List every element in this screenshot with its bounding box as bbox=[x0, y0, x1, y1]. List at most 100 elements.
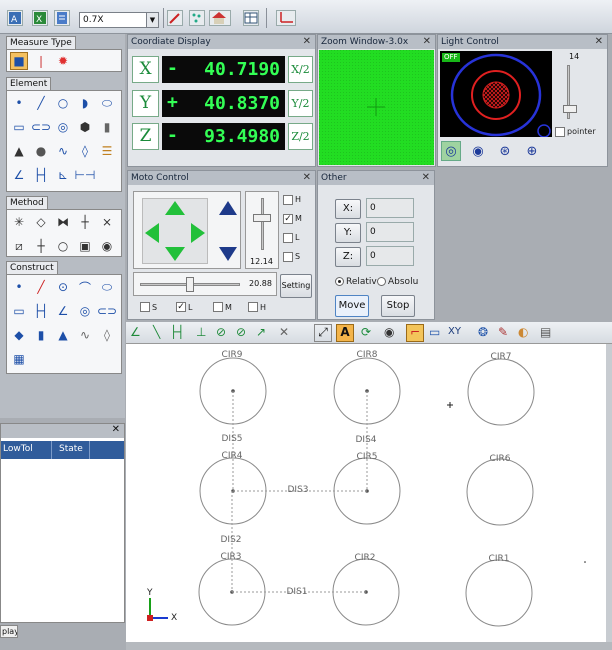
circle-cir2[interactable]: CIR2 bbox=[332, 553, 400, 626]
cylinder-icon[interactable]: ▮ bbox=[98, 118, 116, 136]
speed-check-l[interactable] bbox=[283, 233, 293, 243]
chevron-down-icon[interactable]: ▼ bbox=[146, 13, 158, 27]
target-method-icon[interactable]: ◉ bbox=[98, 237, 116, 255]
z-up-icon[interactable] bbox=[218, 200, 238, 216]
table-icon[interactable] bbox=[243, 10, 259, 26]
text-label-icon[interactable]: A bbox=[336, 324, 354, 342]
stop-button[interactable]: Stop bbox=[381, 295, 415, 317]
construct-circle-icon[interactable]: ⊙ bbox=[54, 278, 72, 296]
construct-shape-icon[interactable]: ◊ bbox=[98, 326, 116, 344]
delete-icon[interactable]: ▭ bbox=[429, 325, 440, 339]
light-status-badge[interactable]: OFF bbox=[442, 53, 460, 62]
sphere-icon[interactable]: ● bbox=[32, 142, 50, 160]
column-lowtol[interactable]: LowTol bbox=[3, 444, 33, 454]
surface-light-icon[interactable]: ⊕ bbox=[522, 141, 542, 161]
crosshair-method-icon[interactable]: ✳ bbox=[10, 213, 28, 231]
construct-arc-icon[interactable]: ⌒ bbox=[76, 278, 94, 296]
absolute-radio[interactable] bbox=[377, 277, 386, 286]
x-target-field[interactable]: 0 bbox=[366, 198, 414, 218]
calculator-icon[interactable]: ▦ bbox=[10, 350, 28, 368]
light-ring-view[interactable]: OFF bbox=[440, 51, 552, 138]
jog-down-icon[interactable] bbox=[164, 246, 186, 262]
axis-z-button[interactable]: Z bbox=[132, 123, 159, 150]
close-icon[interactable]: ✕ bbox=[303, 35, 311, 49]
jog-up-icon[interactable] bbox=[164, 200, 186, 216]
construct-rect-icon[interactable]: ▭ bbox=[10, 302, 28, 320]
construct-plane-icon[interactable]: ◆ bbox=[10, 326, 28, 344]
close-icon[interactable]: ✕ bbox=[595, 35, 603, 49]
jog-right-icon[interactable] bbox=[190, 222, 206, 244]
bottom-check-m[interactable] bbox=[213, 302, 223, 312]
distance-dis2[interactable]: DIS2 bbox=[220, 491, 242, 592]
pointer-checkbox[interactable] bbox=[555, 127, 565, 137]
bottom-check-h[interactable] bbox=[248, 302, 258, 312]
jog-left-icon[interactable] bbox=[144, 222, 160, 244]
dim-slope-icon[interactable]: ╲ bbox=[153, 325, 160, 339]
axis-y-button[interactable]: Y bbox=[132, 90, 159, 117]
close-icon[interactable]: ✕ bbox=[422, 171, 430, 185]
circle-cir7[interactable]: CIR7 bbox=[467, 352, 535, 426]
line-icon[interactable]: ╱ bbox=[32, 94, 50, 112]
speed-check-m[interactable]: ✓ bbox=[283, 214, 293, 224]
construct-ring-icon[interactable]: ◎ bbox=[76, 302, 94, 320]
report-icon[interactable] bbox=[54, 10, 70, 26]
rotate-view-icon[interactable]: ⟳ bbox=[361, 325, 371, 339]
axis-y-half-button[interactable]: Y/2 bbox=[288, 90, 313, 117]
column-state[interactable]: State bbox=[59, 444, 83, 454]
dim-cross-icon[interactable]: ✕ bbox=[279, 325, 289, 339]
close-icon[interactable]: ✕ bbox=[423, 35, 431, 49]
printer-icon[interactable]: ▤ bbox=[540, 325, 551, 339]
ellipse-icon[interactable]: ⬭ bbox=[98, 94, 116, 112]
dim-horizontal-icon[interactable]: ├┤ bbox=[170, 325, 184, 339]
intersect-method-icon[interactable]: ┼ bbox=[76, 213, 94, 231]
bottom-check-l[interactable]: ✓ bbox=[176, 302, 186, 312]
excel-export-icon[interactable]: X bbox=[32, 10, 48, 26]
segment-light-icon[interactable]: ⊛ bbox=[495, 141, 515, 161]
construct-distance-icon[interactable]: ├┤ bbox=[32, 302, 50, 320]
probe-icon[interactable]: ❘ bbox=[32, 52, 50, 70]
axis-x-half-button[interactable]: X/2 bbox=[288, 56, 313, 83]
speed-check-s[interactable] bbox=[283, 252, 293, 262]
circle-cir1[interactable]: CIR1 bbox=[465, 554, 533, 627]
x-goto-button[interactable]: X: bbox=[335, 199, 361, 219]
construct-cylinder-icon[interactable]: ▮ bbox=[32, 326, 50, 344]
construct-ellipse-icon[interactable]: ⬭ bbox=[98, 278, 116, 296]
angle-icon[interactable]: ∠ bbox=[10, 166, 28, 184]
axis-x-button[interactable]: X bbox=[132, 56, 159, 83]
eye-view-icon[interactable]: ◉ bbox=[384, 325, 394, 339]
drawing-canvas[interactable]: CIR9 CIR8 CIR7 CIR4 CIR5 CIR6 CIR3 CIR2 … bbox=[126, 344, 606, 642]
ring-light-icon[interactable]: ◎ bbox=[441, 141, 461, 161]
z-target-field[interactable]: 0 bbox=[366, 246, 414, 266]
circle-select-icon[interactable]: ○ bbox=[54, 237, 72, 255]
setting-button[interactable]: Setting bbox=[280, 274, 312, 298]
light-level-slider[interactable] bbox=[563, 65, 577, 119]
z-speed-slider-thumb[interactable] bbox=[253, 214, 271, 222]
arc-icon[interactable]: ◗ bbox=[76, 94, 94, 112]
construct-cone-icon[interactable]: ▲ bbox=[54, 326, 72, 344]
zoom-fit-icon[interactable]: ⤢ bbox=[314, 324, 332, 342]
free-shape-icon[interactable]: ◊ bbox=[76, 142, 94, 160]
close-icon[interactable]: ✕ bbox=[112, 424, 120, 435]
xy-speed-slider-thumb[interactable] bbox=[186, 277, 194, 292]
distance-icon[interactable]: ├┤ bbox=[32, 166, 50, 184]
distance-dis5[interactable]: DIS5 bbox=[221, 391, 243, 491]
cone-icon[interactable]: ▲ bbox=[10, 142, 28, 160]
image-method-icon[interactable]: ▣ bbox=[76, 237, 94, 255]
diamond-method-icon[interactable]: ◇ bbox=[32, 213, 50, 231]
construct-line-icon[interactable]: ╱ bbox=[32, 278, 50, 296]
move-button[interactable]: Move bbox=[335, 295, 369, 317]
curve-icon[interactable]: ∿ bbox=[54, 142, 72, 160]
rectangle-icon[interactable]: ▭ bbox=[10, 118, 28, 136]
selected-tool-icon[interactable]: ⌐ bbox=[406, 324, 424, 342]
coordinate-system-icon[interactable] bbox=[276, 10, 296, 26]
point-cloud-icon[interactable] bbox=[189, 10, 205, 26]
coaxial-light-icon[interactable]: ◉ bbox=[468, 141, 488, 161]
polygon-icon[interactable]: ⬢ bbox=[76, 118, 94, 136]
pen-icon[interactable]: ✎ bbox=[498, 325, 508, 339]
circle-cir6[interactable]: CIR6 bbox=[466, 454, 534, 526]
angle-distance-icon[interactable]: ⊾ bbox=[54, 166, 72, 184]
construct-angle-icon[interactable]: ∠ bbox=[54, 302, 72, 320]
slider-thumb[interactable] bbox=[563, 105, 577, 113]
axis-z-half-button[interactable]: Z/2 bbox=[288, 123, 313, 150]
point-icon[interactable]: • bbox=[10, 94, 28, 112]
